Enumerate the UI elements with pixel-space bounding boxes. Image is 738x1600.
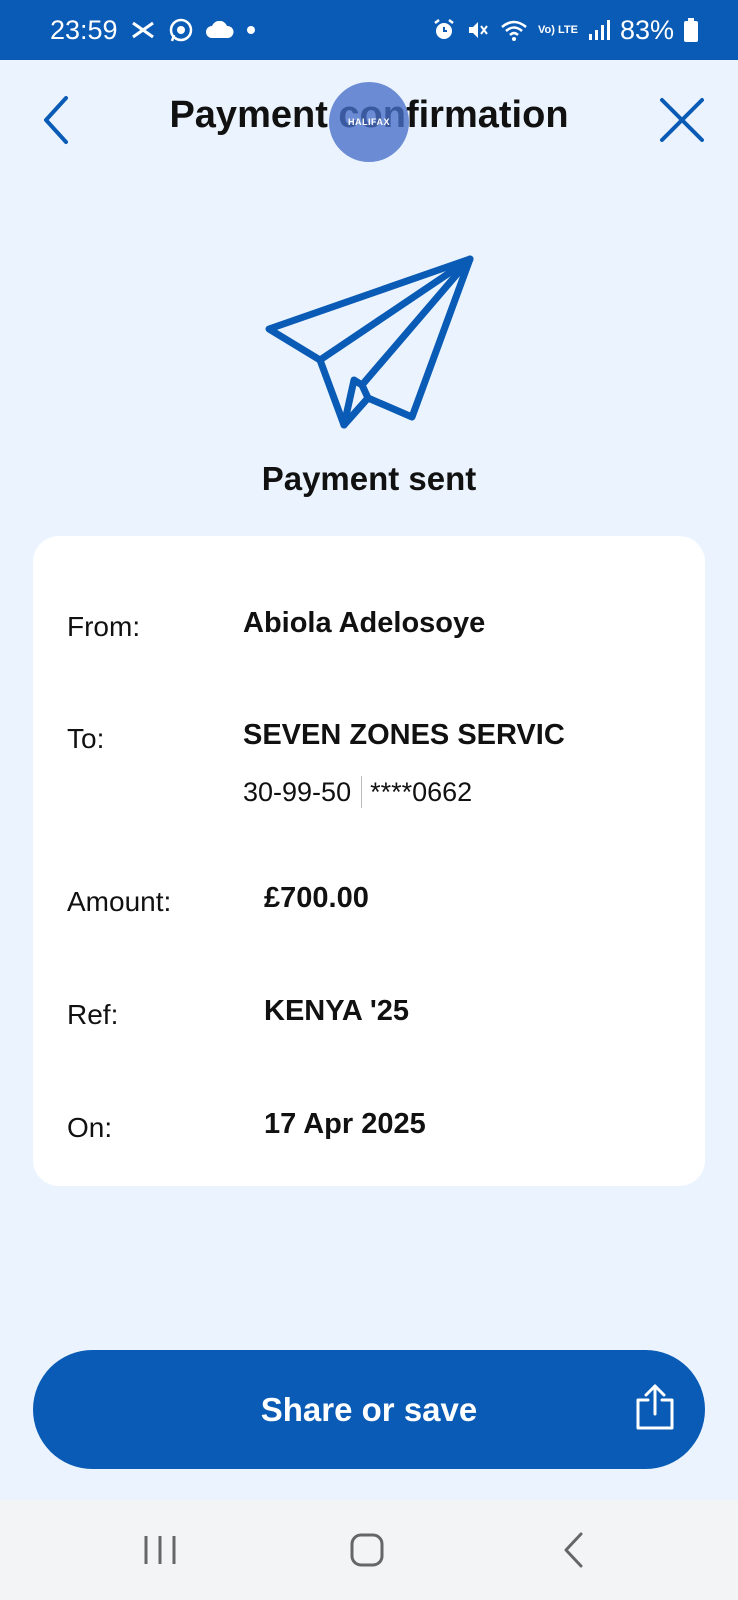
- from-label: From:: [67, 611, 141, 642]
- alarm-icon: [432, 18, 456, 42]
- halifax-logo-text: HALIFAX: [347, 117, 390, 127]
- dot-icon: [246, 25, 256, 35]
- on-label: On:: [67, 1112, 113, 1143]
- halifax-logo-overlay[interactable]: HALIFAX: [329, 82, 409, 162]
- battery-icon: [684, 18, 698, 42]
- sort-code: 30-99-50: [243, 776, 352, 807]
- amount-label: Amount:: [67, 886, 172, 917]
- header: Payment confirmation HALIFAX: [0, 60, 738, 180]
- paper-plane-icon: [265, 255, 474, 429]
- cloud-icon: [205, 21, 234, 39]
- account-details: 30-99-50 ****0662: [243, 776, 472, 808]
- ref-label: Ref:: [67, 999, 119, 1030]
- close-button[interactable]: [652, 90, 712, 150]
- account-separator: [361, 776, 363, 808]
- status-left: 23:59: [50, 15, 256, 46]
- account-number: ****0662: [370, 776, 473, 807]
- back-icon[interactable]: [562, 1532, 584, 1568]
- battery-percent: 83%: [619, 14, 674, 45]
- signal-icon: [588, 19, 610, 41]
- to-label: To:: [67, 723, 105, 754]
- volte-icon: Vo) LTE: [538, 23, 578, 36]
- payment-sent-title: Payment sent: [261, 460, 477, 497]
- mute-icon: [466, 18, 490, 42]
- wifi-icon: [500, 18, 528, 42]
- status-right: Vo) LTE 83%: [432, 15, 698, 46]
- on-value: 17 Apr 2025: [264, 1108, 426, 1140]
- share-or-save-button[interactable]: Share or save: [33, 1350, 705, 1469]
- amount-value: £700.00: [264, 882, 369, 914]
- share-icon: [636, 1384, 674, 1430]
- share-button-label: Share or save: [260, 1390, 478, 1428]
- close-icon: [660, 98, 704, 142]
- to-value: SEVEN ZONES SERVIC: [243, 719, 565, 751]
- ref-value: KENYA '25: [264, 995, 409, 1027]
- status-bar: 23:59 Vo) LTE 83%: [0, 0, 738, 60]
- whatsapp-icon: [168, 17, 194, 43]
- home-icon[interactable]: [350, 1533, 384, 1567]
- recent-apps-icon[interactable]: [142, 1534, 178, 1566]
- payment-details-card: From: Abiola Adelosoye To: SEVEN ZONES S…: [33, 536, 705, 1186]
- halifax-notification-icon: [130, 19, 156, 41]
- system-nav-bar: [0, 1500, 738, 1600]
- status-time: 23:59: [50, 14, 118, 45]
- from-value: Abiola Adelosoye: [243, 607, 486, 639]
